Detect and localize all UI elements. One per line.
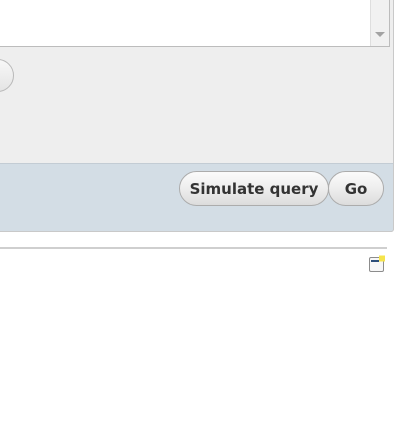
simulate-query-button[interactable]: Simulate query — [179, 171, 329, 206]
query-textarea[interactable] — [0, 0, 390, 47]
query-panel-page: Simulate query Go — [0, 0, 402, 444]
window-icon[interactable] — [368, 255, 386, 273]
textarea-scrollbar[interactable] — [370, 0, 389, 46]
scroll-down-arrow-icon[interactable] — [375, 32, 385, 37]
go-button[interactable]: Go — [328, 171, 384, 206]
section-divider — [0, 247, 387, 249]
